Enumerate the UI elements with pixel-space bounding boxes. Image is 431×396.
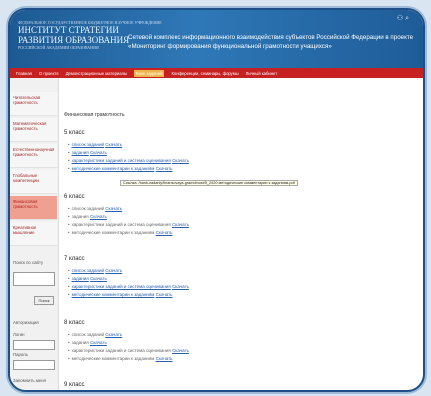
download-link[interactable]: Скачать <box>172 284 189 289</box>
nav-task-bank[interactable]: Банк заданий <box>134 69 165 77</box>
download-link[interactable]: Скачать <box>90 276 107 281</box>
site-header: ФЕДЕРАЛЬНОЕ ГОСУДАРСТВЕННОЕ БЮДЖЕТНОЕ НА… <box>10 10 423 68</box>
sidebar-item-global[interactable]: Глобальные компетенции <box>10 170 57 194</box>
nav-conferences[interactable]: Конференции, семинары, форумы <box>171 71 238 76</box>
search-button[interactable]: Поиск <box>34 296 54 305</box>
site-title: Сетевой комплекс информационного взаимод… <box>128 34 414 50</box>
list-item: • методические комментарии к заданиям Ска… <box>68 356 173 361</box>
login-label: Логин <box>13 332 25 337</box>
grade-heading-9: 9 класс <box>64 382 85 388</box>
item-name-link[interactable]: методические комментарии к заданиям <box>72 292 155 297</box>
nav-home[interactable]: Главная <box>16 71 32 76</box>
download-link[interactable]: Скачать <box>172 222 189 227</box>
list-item: • характеристики заданий и система оценив… <box>68 158 189 163</box>
list-item: • методические комментарии к заданиям Ска… <box>68 230 173 235</box>
download-link[interactable]: Скачать <box>172 348 189 353</box>
link-tooltip: Ссылка: /bank-zadaniy/finansovaya-gramot… <box>120 180 298 186</box>
item-name-link[interactable]: характеристики заданий и система оценива… <box>72 158 171 163</box>
remember-me-checkbox[interactable]: Запомнить меня <box>13 378 46 383</box>
item-name-link[interactable]: задания <box>72 150 89 155</box>
grade-heading-8: 8 класс <box>64 320 85 326</box>
password-label: Пароль <box>13 352 28 357</box>
nav-account[interactable]: Личный кабинет <box>246 71 278 76</box>
sidebar-item-creative[interactable]: Креативное мышление <box>10 222 57 246</box>
browser-frame: ФЕДЕРАЛЬНОЕ ГОСУДАРСТВЕННОЕ БЮДЖЕТНОЕ НА… <box>8 8 425 392</box>
password-input[interactable] <box>13 360 55 370</box>
sidebar-item-financial[interactable]: Финансовая грамотность <box>10 196 57 220</box>
main-content: Финансовая грамотность 5 класс • список з… <box>62 84 417 389</box>
sidebar-item-science[interactable]: Естественнонаучная грамотность <box>10 144 57 168</box>
list-item: • задания Скачать <box>68 214 107 219</box>
download-link[interactable]: Скачать <box>156 356 173 361</box>
download-link[interactable]: Скачать <box>105 268 122 273</box>
list-item: • методические комментарии к заданиям Ска… <box>68 292 173 297</box>
list-item: • задания Скачать <box>68 340 107 345</box>
list-item: • характеристики заданий и система оценив… <box>68 284 189 289</box>
list-item: • задания Скачать <box>68 276 107 281</box>
grade-heading-7: 7 класс <box>64 256 85 262</box>
download-link[interactable]: Скачать <box>105 206 122 211</box>
login-input[interactable] <box>13 340 55 350</box>
download-link[interactable]: Скачать <box>172 158 189 163</box>
list-item: • характеристики заданий и система оценив… <box>68 348 189 353</box>
search-label: Поиск по сайту <box>13 260 44 265</box>
list-item: • характеристики заданий и система оценив… <box>68 222 189 227</box>
institute-logo[interactable]: ФЕДЕРАЛЬНОЕ ГОСУДАРСТВЕННОЕ БЮДЖЕТНОЕ НА… <box>18 20 162 50</box>
item-name-link[interactable]: характеристики заданий и система оценива… <box>72 284 171 289</box>
header-icons[interactable]: ⚇ ⌕ <box>397 14 409 23</box>
item-name-link[interactable]: методические комментарии к заданиям <box>72 166 155 171</box>
download-link[interactable]: Скачать <box>90 340 107 345</box>
list-item: • методические комментарии к заданиям Ска… <box>68 166 173 171</box>
sidebar-item-math[interactable]: Математическая грамотность <box>10 118 57 142</box>
item-name-link[interactable]: список заданий <box>72 142 104 147</box>
download-link[interactable]: Скачать <box>90 214 107 219</box>
page-title: Финансовая грамотность <box>64 112 125 118</box>
search-icon[interactable]: ⌕ <box>405 15 409 22</box>
list-item: • список заданий Скачать <box>68 268 123 273</box>
auth-label: Авторизация <box>13 320 39 325</box>
list-item: • список заданий Скачать <box>68 206 123 211</box>
list-item: • задания Скачать <box>68 150 107 155</box>
logo-tagline: ФЕДЕРАЛЬНОЕ ГОСУДАРСТВЕННОЕ БЮДЖЕТНОЕ НА… <box>18 20 162 25</box>
logo-line1: ИНСТИТУТ СТРАТЕГИИ <box>18 25 119 35</box>
grade-heading-6: 6 класс <box>64 194 85 200</box>
download-link[interactable]: Скачать <box>156 166 173 171</box>
sidebar: Читательская грамотность Математическая … <box>10 78 59 390</box>
item-name-link[interactable]: список заданий <box>72 268 104 273</box>
download-link[interactable]: Скачать <box>156 292 173 297</box>
user-icon[interactable]: ⚇ <box>397 15 403 22</box>
nav-about[interactable]: О проекте <box>39 71 59 76</box>
download-link[interactable]: Скачать <box>105 142 122 147</box>
grade-heading-5: 5 класс <box>64 130 85 136</box>
sidebar-item-reading[interactable]: Читательская грамотность <box>10 92 57 116</box>
list-item: • список заданий Скачать <box>68 142 123 147</box>
download-link[interactable]: Скачать <box>90 150 107 155</box>
search-input[interactable] <box>13 272 55 286</box>
item-name-link[interactable]: задания <box>72 276 89 281</box>
nav-demo[interactable]: Демонстрационные материалы <box>66 71 127 76</box>
logo-line3: РОССИЙСКОЙ АКАДЕМИИ ОБРАЗОВАНИЯ <box>18 45 99 50</box>
logo-line2: РАЗВИТИЯ ОБРАЗОВАНИЯ <box>18 35 130 45</box>
download-link[interactable]: Скачать <box>105 332 122 337</box>
download-link[interactable]: Скачать <box>156 230 173 235</box>
main-navigation: Главная О проекте Демонстрационные матер… <box>10 68 423 78</box>
list-item: • список заданий Скачать <box>68 332 123 337</box>
